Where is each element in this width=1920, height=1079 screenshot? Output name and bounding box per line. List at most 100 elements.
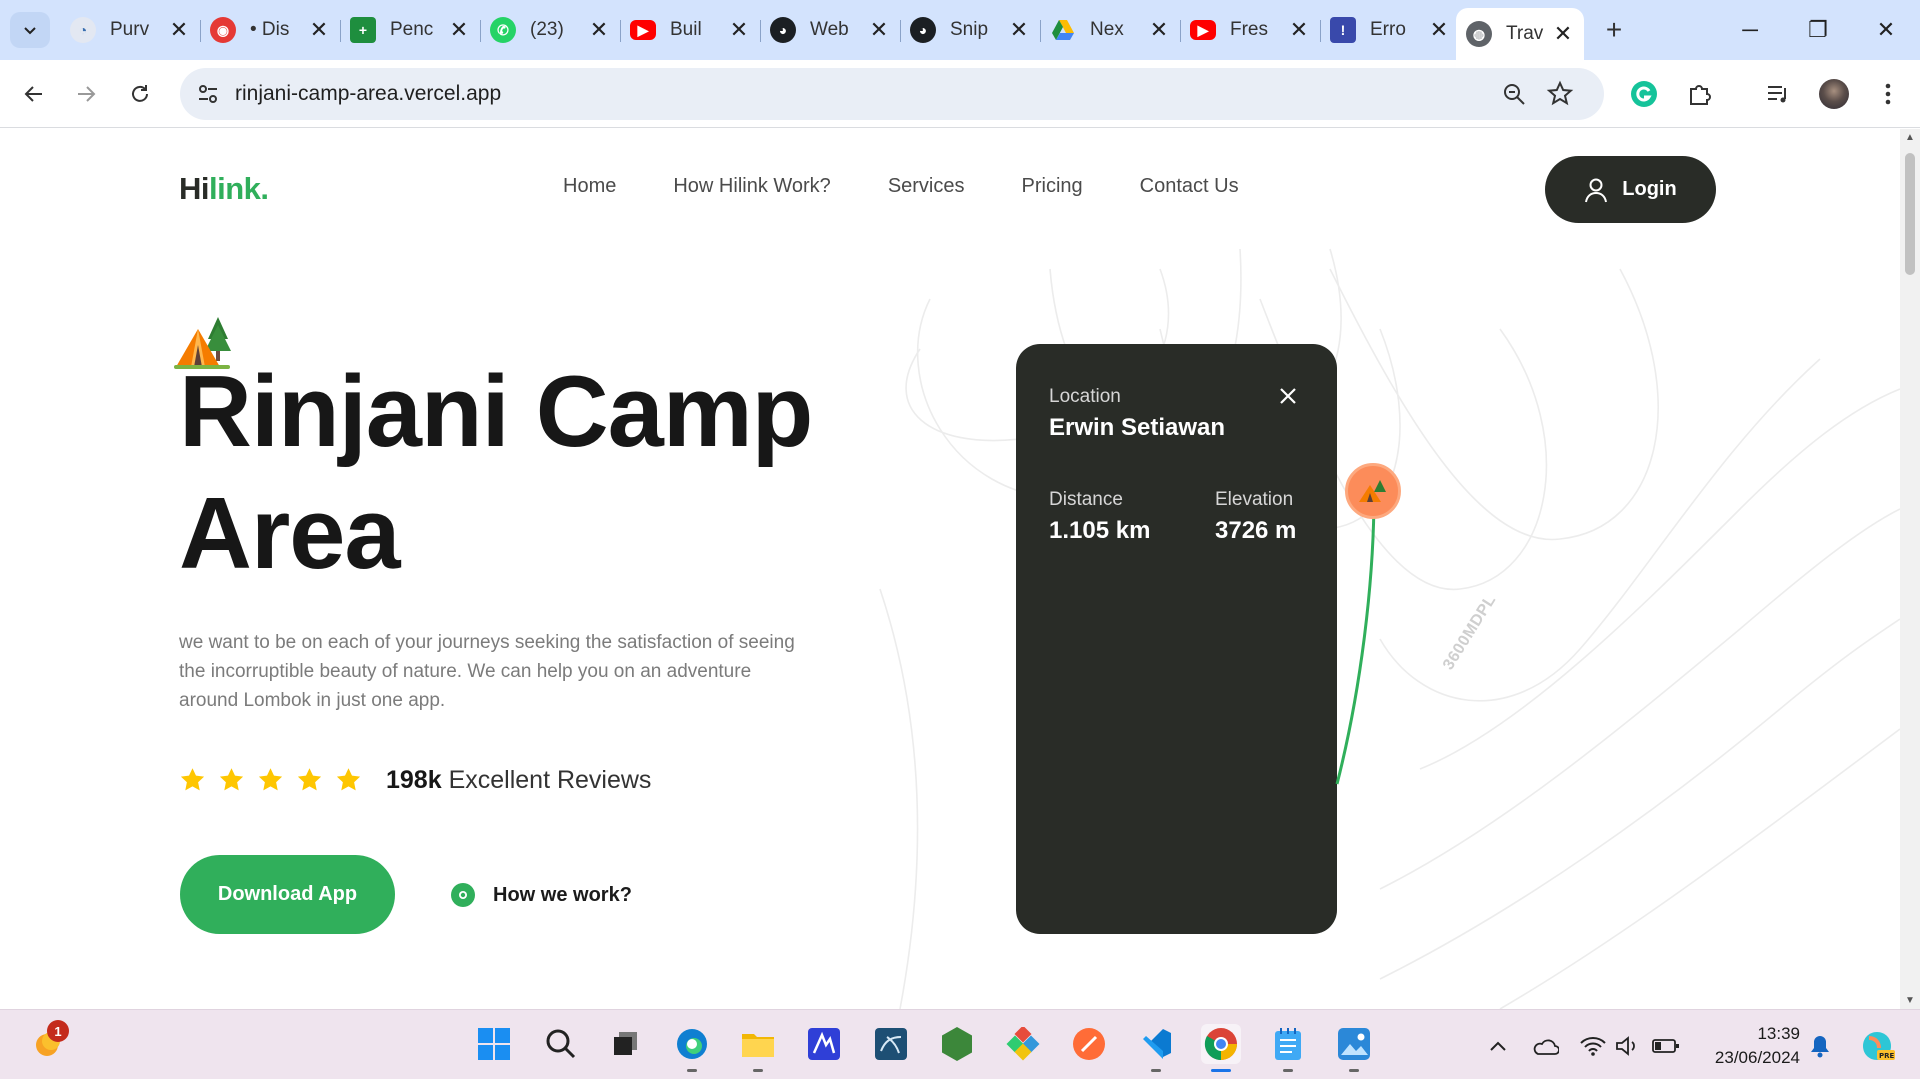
browser-toolbar: rinjani-camp-area.vercel.app [0, 60, 1920, 128]
close-icon[interactable]: ✕ [168, 17, 190, 43]
map-pin[interactable] [1345, 463, 1401, 519]
close-icon[interactable] [1278, 386, 1298, 406]
close-icon[interactable]: ✕ [448, 17, 470, 43]
new-tab-button[interactable]: + [1598, 14, 1630, 46]
close-window-button[interactable]: ✕ [1858, 10, 1914, 50]
tab[interactable]: ◕ Snip ✕ [900, 8, 1041, 52]
nodejs-icon[interactable] [937, 1024, 977, 1064]
login-button[interactable]: Login [1545, 156, 1716, 223]
minimize-button[interactable]: ─ [1722, 10, 1778, 50]
reviews-summary: 198k Excellent Reviews [386, 766, 651, 795]
postman-icon[interactable] [1069, 1024, 1109, 1064]
media-control-icon[interactable] [1762, 78, 1794, 110]
edge-icon[interactable] [672, 1024, 712, 1072]
bookmark-star-icon[interactable] [1546, 80, 1574, 108]
nav-services[interactable]: Services [888, 175, 965, 198]
star-icon [336, 768, 361, 791]
tab-title: Penc [390, 19, 434, 40]
restore-button[interactable]: ❐ [1790, 10, 1846, 50]
notification-bell-icon[interactable] [1806, 1032, 1834, 1060]
running-indicator [1151, 1069, 1161, 1072]
star-icon [219, 768, 244, 791]
back-button[interactable] [14, 74, 54, 114]
close-icon[interactable]: ✕ [588, 17, 610, 43]
scrollbar-thumb[interactable] [1905, 153, 1915, 275]
logo-text: Hi [179, 171, 210, 206]
scroll-down-icon[interactable]: ▼ [1905, 995, 1915, 1006]
extensions-icon[interactable] [1684, 78, 1716, 110]
git-tool-icon[interactable] [1003, 1024, 1043, 1064]
forward-button[interactable] [66, 74, 106, 114]
close-icon[interactable]: ✕ [1148, 17, 1170, 43]
tab-title: Purv [110, 19, 150, 40]
reload-button[interactable] [120, 74, 160, 114]
tab[interactable]: ▶ Buil ✕ [620, 8, 761, 52]
tab-active[interactable]: ◍ Trav ✕ [1456, 8, 1584, 60]
tab-search-button[interactable] [10, 12, 50, 48]
distance-block: Distance 1.105 km [1049, 489, 1150, 545]
onedrive-icon[interactable] [1531, 1032, 1559, 1060]
kebab-menu-icon[interactable] [1872, 78, 1904, 110]
url-text[interactable]: rinjani-camp-area.vercel.app [235, 82, 501, 106]
location-label: Location [1049, 386, 1121, 407]
location-value: Erwin Setiawan [1049, 414, 1226, 441]
copilot-icon[interactable]: PRE [1858, 1032, 1896, 1060]
nav-contact[interactable]: Contact Us [1140, 175, 1239, 198]
close-icon[interactable]: ✕ [868, 17, 890, 43]
rating-stars [179, 767, 362, 793]
grammarly-icon[interactable] [1628, 78, 1660, 110]
vscode-icon[interactable] [1136, 1024, 1176, 1072]
close-icon[interactable]: ✕ [1428, 17, 1450, 43]
battery-icon[interactable] [1652, 1032, 1680, 1060]
tab[interactable]: ◕ Web ✕ [760, 8, 901, 52]
tab[interactable]: ◔ Purv ✕ [60, 8, 201, 52]
avatar[interactable] [1818, 78, 1850, 110]
task-view-icon[interactable] [606, 1024, 646, 1064]
download-app-button[interactable]: Download App [180, 855, 395, 934]
hero-description: we want to be on each of your journeys s… [179, 632, 795, 711]
site-logo[interactable]: Hilink. [179, 171, 269, 207]
nav-home[interactable]: Home [563, 175, 616, 198]
search-icon[interactable] [541, 1024, 581, 1064]
page-scrollbar[interactable]: ▲ ▼ [1900, 129, 1920, 1009]
tab[interactable]: ▶ Fres ✕ [1180, 8, 1321, 52]
photos-icon[interactable] [1334, 1024, 1374, 1072]
elevation-value: 3726 m [1215, 517, 1297, 544]
close-icon[interactable]: ✕ [1288, 17, 1310, 43]
tab[interactable]: Nex ✕ [1040, 8, 1181, 52]
tab-title: Buil [670, 19, 702, 40]
nav-how-it-works[interactable]: How Hilink Work? [673, 175, 830, 198]
file-explorer-icon[interactable] [738, 1024, 778, 1072]
tab[interactable]: ✆ (23) ✕ [480, 8, 621, 52]
ai-app-icon[interactable] [804, 1024, 844, 1064]
github-icon: ◕ [770, 17, 796, 43]
site-settings-icon[interactable] [194, 80, 222, 108]
address-bar[interactable]: rinjani-camp-area.vercel.app [180, 68, 1604, 120]
wifi-icon[interactable] [1579, 1032, 1607, 1060]
close-icon[interactable]: ✕ [308, 17, 330, 43]
tab[interactable]: ◉ • Dis ✕ [200, 8, 341, 52]
play-icon [451, 883, 475, 907]
close-icon[interactable]: ✕ [1552, 21, 1574, 47]
chevron-up-icon[interactable] [1484, 1032, 1512, 1060]
zoom-icon[interactable] [1500, 80, 1528, 108]
main-nav: Home How Hilink Work? Services Pricing C… [563, 175, 1239, 198]
clock-date: 23/06/2024 [1714, 1048, 1800, 1067]
mysql-workbench-icon[interactable] [871, 1024, 911, 1064]
download-label: Download App [217, 883, 358, 905]
notepad-icon[interactable] [1268, 1024, 1308, 1072]
elevation-block: Elevation 3726 m [1215, 489, 1296, 545]
location-block: Location Erwin Setiawan [1049, 386, 1225, 442]
chrome-icon[interactable] [1201, 1024, 1241, 1072]
scroll-up-icon[interactable]: ▲ [1905, 132, 1915, 143]
tab[interactable]: ! Erro ✕ [1320, 8, 1460, 52]
volume-icon[interactable] [1613, 1032, 1641, 1060]
start-windows-icon[interactable] [474, 1024, 514, 1064]
close-icon[interactable]: ✕ [728, 17, 750, 43]
tab[interactable]: + Penc ✕ [340, 8, 481, 52]
how-we-work-button[interactable]: How we work? [451, 883, 632, 907]
close-icon[interactable]: ✕ [1008, 17, 1030, 43]
youtube-icon: ▶ [1190, 20, 1216, 40]
clock[interactable]: 13:39 23/06/2024 [1700, 1022, 1800, 1070]
nav-pricing[interactable]: Pricing [1022, 175, 1083, 198]
